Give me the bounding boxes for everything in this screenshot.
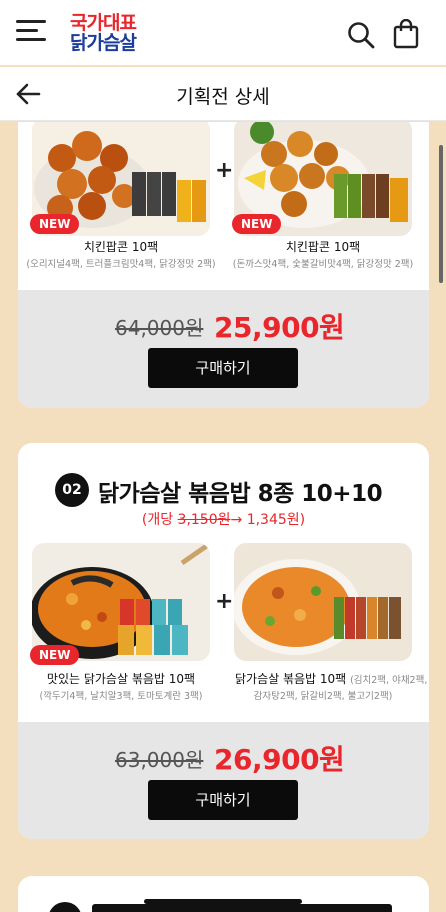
page-title: 기획전 상세	[176, 86, 270, 108]
shopping-bag-icon[interactable]	[392, 18, 420, 49]
home-indicator[interactable]	[144, 899, 302, 904]
new-badge: NEW	[30, 645, 80, 665]
top-nav-bar: 국가대표 닭가슴살	[0, 0, 446, 66]
promo-title-cut	[92, 904, 392, 912]
product-name: 맛있는 닭가슴살 볶음밥 10팩	[46, 672, 196, 686]
promo-card-fried-rice: 02 닭가슴살 볶음밥 8종 10+10 (개당 3,150원→ 1,345원)…	[18, 443, 429, 839]
sale-price: 26,900원	[214, 743, 345, 776]
search-icon[interactable]	[346, 20, 376, 50]
sub-header: 기획전 상세	[0, 67, 446, 121]
product-name: 치킨팝콘 10팩	[285, 240, 361, 254]
product-description: (돈까스맛4팩, 숯불갈비맛4팩, 닭강정맛 2팩)	[232, 259, 414, 270]
sale-price: 25,900원	[214, 311, 345, 344]
buy-button[interactable]: 구매하기	[148, 780, 298, 820]
product-description: (오리지널4팩, 트러플크림맛4팩, 닭강정맛 2팩)	[26, 259, 216, 270]
product-description: (깍두기4팩, 날치알3팩, 토마토계란 3팩)	[39, 691, 203, 702]
item-number-badge: 02	[55, 473, 89, 507]
new-badge: NEW	[30, 214, 80, 234]
product-name-with-desc: 닭가슴살 볶음밥 10팩 (김치2팩, 야채2팩,	[235, 672, 428, 686]
product-image-rice-right[interactable]	[234, 543, 412, 661]
price-section: 64,000원 25,900원 구매하기	[18, 290, 429, 408]
plus-sign: +	[215, 158, 234, 183]
original-price: 63,000원	[115, 748, 204, 772]
scrollbar[interactable]	[439, 145, 443, 283]
product-image-rice-left[interactable]	[32, 543, 210, 661]
price-section: 63,000원 26,900원 구매하기	[18, 722, 429, 839]
promo-card-next	[18, 876, 429, 912]
plus-sign: +	[215, 589, 234, 614]
buy-button[interactable]: 구매하기	[148, 348, 298, 388]
promo-card-chicken-popcorn: NEW + NEW 치킨팝콘 10팩 (오리지널4팩, 트러플크림맛4팩, 닭강…	[18, 122, 429, 408]
item-number-badge	[48, 902, 82, 912]
unit-price: (개당 3,150원→ 1,345원)	[141, 512, 306, 528]
original-price: 64,000원	[115, 316, 204, 340]
hamburger-icon[interactable]	[16, 20, 46, 42]
product-name: 치킨팝콘 10팩	[83, 240, 159, 254]
promo-title: 닭가슴살 볶음밥 8종 10+10	[98, 481, 383, 507]
new-badge: NEW	[232, 214, 282, 234]
product-description: 감자탕2팩, 닭갈비2팩, 불고기2팩)	[253, 691, 393, 702]
brand-logo[interactable]: 국가대표 닭가슴살	[70, 13, 154, 57]
